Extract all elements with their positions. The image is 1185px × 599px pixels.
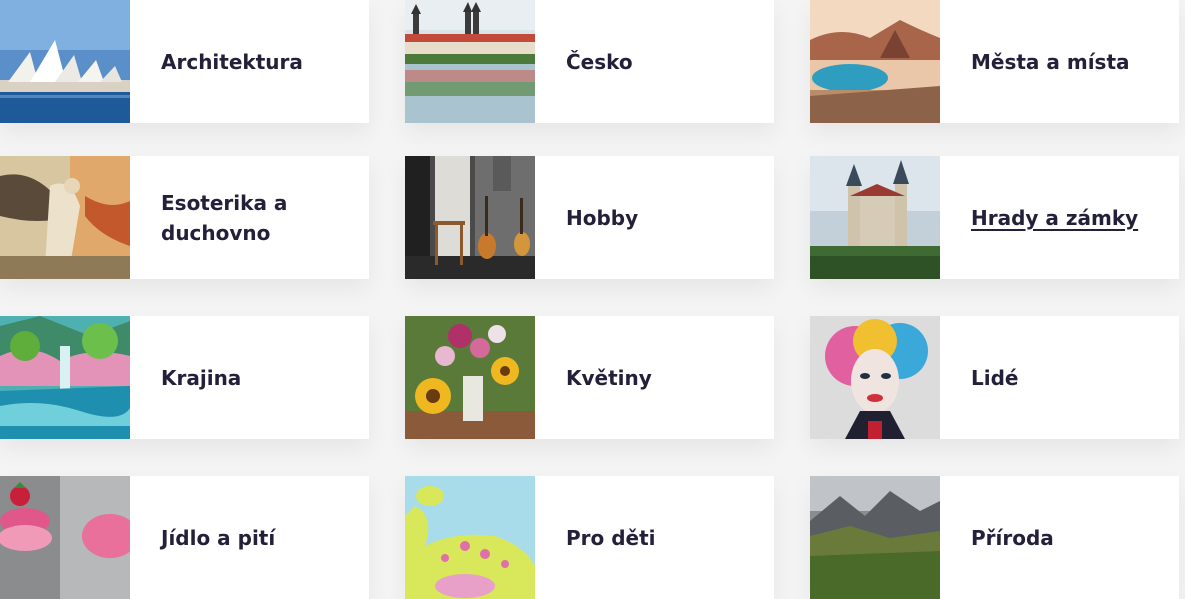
- category-label: Hrady a zámky: [971, 205, 1139, 230]
- category-label: Lidé: [971, 365, 1019, 390]
- category-card-esoterika-a-duchovno[interactable]: Esoterika a duchovno: [0, 156, 369, 279]
- category-label: Hobby: [566, 205, 639, 230]
- category-grid: Architektura Česko Města a místa Esoteri…: [0, 0, 1185, 599]
- category-image-jidlo-a-piti: [0, 476, 130, 599]
- category-label: Města a místa: [971, 49, 1130, 74]
- category-card-hobby[interactable]: Hobby: [405, 156, 774, 279]
- category-card-cesko[interactable]: Česko: [405, 0, 774, 123]
- category-label: Krajina: [161, 365, 242, 390]
- category-card-krajina[interactable]: Krajina: [0, 316, 369, 439]
- category-image-pro-deti: [405, 476, 535, 599]
- category-image-esoterika-a-duchovno: [0, 156, 130, 279]
- category-label: Květiny: [566, 365, 652, 390]
- category-image-architektura: [0, 0, 130, 123]
- category-card-mesta-a-mista[interactable]: Města a místa: [810, 0, 1179, 123]
- category-image-mesta-a-mista: [810, 0, 940, 123]
- category-label: Architektura: [161, 49, 303, 74]
- category-card-kvetiny[interactable]: Květiny: [405, 316, 774, 439]
- category-card-lide[interactable]: Lidé: [810, 316, 1179, 439]
- category-label: Esoterika a duchovno: [161, 190, 288, 245]
- category-card-architektura[interactable]: Architektura: [0, 0, 369, 123]
- category-card-priroda[interactable]: Příroda: [810, 476, 1179, 599]
- category-card-pro-deti[interactable]: Pro děti: [405, 476, 774, 599]
- category-image-krajina: [0, 316, 130, 439]
- category-label: Česko: [566, 49, 633, 74]
- category-card-jidlo-a-piti[interactable]: Jídlo a pití: [0, 476, 369, 599]
- category-label: Příroda: [971, 525, 1054, 550]
- category-image-cesko: [405, 0, 535, 123]
- category-image-hobby: [405, 156, 535, 279]
- category-image-priroda: [810, 476, 940, 599]
- category-image-kvetiny: [405, 316, 535, 439]
- category-label: Pro děti: [566, 525, 656, 550]
- category-image-hrady-a-zamky: [810, 156, 940, 279]
- category-card-hrady-a-zamky[interactable]: Hrady a zámky: [810, 156, 1179, 279]
- category-label: Jídlo a pití: [161, 525, 276, 550]
- category-image-lide: [810, 316, 940, 439]
